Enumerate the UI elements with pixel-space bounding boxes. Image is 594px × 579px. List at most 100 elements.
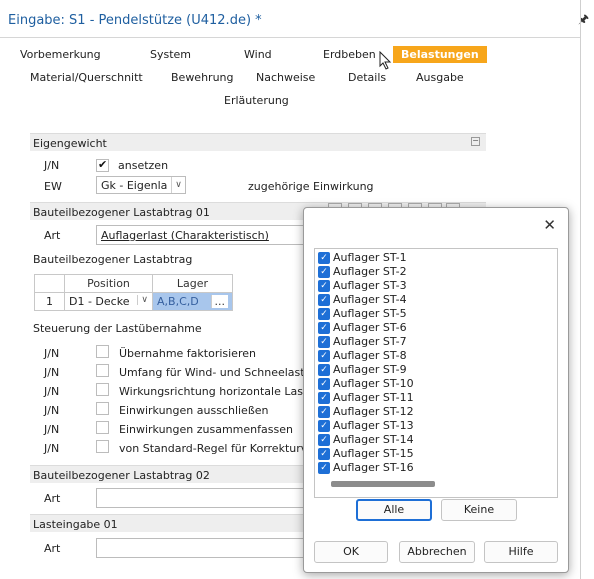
chevron-down-icon[interactable]: ∨ bbox=[137, 295, 148, 305]
checkbox-checked-icon[interactable]: ✓ bbox=[318, 350, 330, 362]
checkbox-checked-icon[interactable]: ✓ bbox=[318, 420, 330, 432]
tab-erdbeben[interactable]: Erdbeben bbox=[323, 48, 376, 61]
zusammenfassen-label: Einwirkungen zusammenfassen bbox=[119, 423, 293, 436]
art-label: Art bbox=[44, 229, 61, 242]
checkbox-checked-icon[interactable]: ✓ bbox=[318, 280, 330, 292]
ew-select-value: Gk - Eigenla bbox=[101, 179, 168, 192]
ew-select[interactable]: Gk - Eigenla ∨ bbox=[96, 176, 186, 194]
lager-list[interactable]: ✓ Auflager ST-1 ✓ Auflager ST-2 ✓ Auflager … bbox=[314, 248, 558, 498]
none-button[interactable]: Keine bbox=[441, 499, 517, 521]
mouse-cursor-icon bbox=[379, 51, 392, 70]
section-title: Bauteilbezogener Lastabtrag 02 bbox=[33, 469, 210, 482]
checkbox-checked-icon[interactable]: ✓ bbox=[318, 448, 330, 460]
list-item-label: Auflager ST-6 bbox=[333, 321, 407, 334]
list-item-label: Auflager ST-16 bbox=[333, 461, 414, 474]
table-header-row: Position Lager bbox=[34, 274, 233, 293]
zusammenfassen-checkbox[interactable] bbox=[96, 421, 109, 434]
checkbox-checked-icon[interactable]: ✓ bbox=[318, 392, 330, 404]
checkbox-checked-icon[interactable]: ✓ bbox=[318, 294, 330, 306]
tab-system[interactable]: System bbox=[150, 48, 191, 61]
ok-button[interactable]: OK bbox=[314, 541, 388, 563]
help-button[interactable]: Hilfe bbox=[484, 541, 558, 563]
divider bbox=[580, 0, 581, 579]
ausschliessen-checkbox[interactable] bbox=[96, 402, 109, 415]
lager-cell[interactable]: A,B,C,D ... bbox=[152, 292, 233, 311]
checkbox-checked-icon[interactable]: ✓ bbox=[318, 406, 330, 418]
all-button[interactable]: Alle bbox=[356, 499, 432, 521]
art-field-lasteingabe[interactable] bbox=[96, 538, 306, 558]
section-title: Bauteilbezogener Lastabtrag 01 bbox=[33, 206, 210, 219]
checkbox-checked-icon[interactable]: ✓ bbox=[318, 364, 330, 376]
jn-label: J/N bbox=[44, 366, 60, 379]
lastabtrag-table: Position Lager 1 D1 - Decke ∨ A,B,C,D ..… bbox=[34, 274, 233, 311]
lager-value: A,B,C,D bbox=[157, 295, 199, 308]
list-item-label: Auflager ST-11 bbox=[333, 391, 414, 404]
faktorisieren-checkbox[interactable] bbox=[96, 345, 109, 358]
jn-label: J/N bbox=[44, 347, 60, 360]
checkbox-checked-icon[interactable]: ✓ bbox=[318, 266, 330, 278]
close-icon[interactable]: ✕ bbox=[543, 216, 556, 234]
tab-details[interactable]: Details bbox=[348, 71, 386, 84]
art-field-02[interactable] bbox=[96, 488, 306, 508]
checkbox-checked-icon[interactable]: ✓ bbox=[318, 336, 330, 348]
jn-label: J/N bbox=[44, 385, 60, 398]
lastabtrag-table-title: Bauteilbezogener Lastabtrag bbox=[33, 253, 193, 266]
list-item-label: Auflager ST-2 bbox=[333, 265, 407, 278]
wind-schnee-label: Umfang für Wind- und Schneelaste bbox=[119, 366, 312, 379]
wirkungsrichtung-label: Wirkungsrichtung horizontale Laste bbox=[119, 385, 315, 398]
wirkungsrichtung-checkbox[interactable] bbox=[96, 383, 109, 396]
jn-label: J/N bbox=[44, 423, 60, 436]
ansetzen-checkbox[interactable] bbox=[96, 158, 109, 172]
cancel-button[interactable]: Abbrechen bbox=[399, 541, 475, 563]
faktorisieren-label: Übernahme faktorisieren bbox=[119, 347, 256, 360]
ansetzen-label: ansetzen bbox=[118, 159, 169, 172]
art-value: Auflagerlast (Charakteristisch) bbox=[101, 229, 269, 242]
tab-erlaeuterung[interactable]: Erläuterung bbox=[224, 94, 289, 107]
list-item-label: Auflager ST-3 bbox=[333, 279, 407, 292]
lager-select-dialog: ✕ ✓ Auflager ST-1 ✓ Auflager ST-2 ✓ Auflage… bbox=[303, 207, 569, 573]
ausschliessen-label: Einwirkungen ausschließen bbox=[119, 404, 269, 417]
table-row[interactable]: 1 D1 - Decke ∨ A,B,C,D ... bbox=[34, 292, 233, 311]
horizontal-scrollbar[interactable] bbox=[331, 481, 435, 487]
collapse-icon[interactable]: − bbox=[471, 137, 480, 146]
checkbox-checked-icon[interactable]: ✓ bbox=[318, 434, 330, 446]
list-item-label: Auflager ST-13 bbox=[333, 419, 414, 432]
tab-vorbemerkung[interactable]: Vorbemerkung bbox=[20, 48, 101, 61]
art-label: Art bbox=[44, 492, 61, 505]
checkbox-checked-icon[interactable]: ✓ bbox=[318, 252, 330, 264]
tab-nachweise[interactable]: Nachweise bbox=[256, 71, 315, 84]
tab-bewehrung[interactable]: Bewehrung bbox=[171, 71, 234, 84]
list-item-label: Auflager ST-7 bbox=[333, 335, 407, 348]
tab-bar: Vorbemerkung System Wind Erdbeben Belast… bbox=[18, 44, 488, 120]
more-button[interactable]: ... bbox=[210, 295, 228, 308]
jn-label: J/N bbox=[44, 404, 60, 417]
tab-wind[interactable]: Wind bbox=[244, 48, 272, 61]
wind-schnee-checkbox[interactable] bbox=[96, 364, 109, 377]
position-cell[interactable]: D1 - Decke ∨ bbox=[64, 292, 153, 311]
list-item-label: Auflager ST-10 bbox=[333, 377, 414, 390]
tab-ausgabe[interactable]: Ausgabe bbox=[416, 71, 464, 84]
section-title: Eigengewicht bbox=[33, 137, 107, 150]
checkbox-checked-icon[interactable]: ✓ bbox=[318, 322, 330, 334]
chevron-down-icon: ∨ bbox=[171, 177, 185, 193]
steuerung-title: Steuerung der Lastübernahme bbox=[33, 322, 202, 335]
list-item-label: Auflager ST-4 bbox=[333, 293, 407, 306]
list-item-label: Auflager ST-8 bbox=[333, 349, 407, 362]
einwirkung-label: zugehörige Einwirkung bbox=[248, 180, 374, 193]
tab-material[interactable]: Material/Querschnitt bbox=[30, 71, 143, 84]
row-number: 1 bbox=[34, 292, 65, 311]
standard-regel-checkbox[interactable] bbox=[96, 440, 109, 453]
list-item-label: Auflager ST-15 bbox=[333, 447, 414, 460]
section-eigengewicht[interactable]: Eigengewicht − bbox=[30, 133, 486, 151]
list-item-label: Auflager ST-9 bbox=[333, 363, 407, 376]
list-item-label: Auflager ST-12 bbox=[333, 405, 414, 418]
checkbox-checked-icon[interactable]: ✓ bbox=[318, 462, 330, 474]
position-value: D1 - Decke bbox=[69, 295, 130, 308]
tab-belastungen[interactable]: Belastungen bbox=[393, 46, 487, 63]
art-field[interactable]: Auflagerlast (Charakteristisch) bbox=[96, 225, 306, 245]
art-label: Art bbox=[44, 542, 61, 555]
checkbox-checked-icon[interactable]: ✓ bbox=[318, 378, 330, 390]
list-item-label: Auflager ST-14 bbox=[333, 433, 414, 446]
column-header-lager: Lager bbox=[152, 274, 233, 293]
checkbox-checked-icon[interactable]: ✓ bbox=[318, 308, 330, 320]
